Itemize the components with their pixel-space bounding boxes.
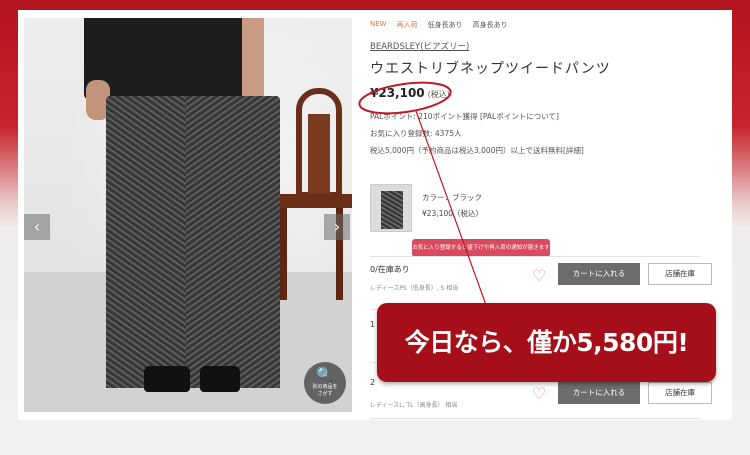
price-annotation <box>358 81 487 306</box>
price-circle <box>358 81 452 115</box>
promo-banner: 今日なら、僅か5,580円! <box>377 303 716 382</box>
pointer-line <box>415 110 487 306</box>
